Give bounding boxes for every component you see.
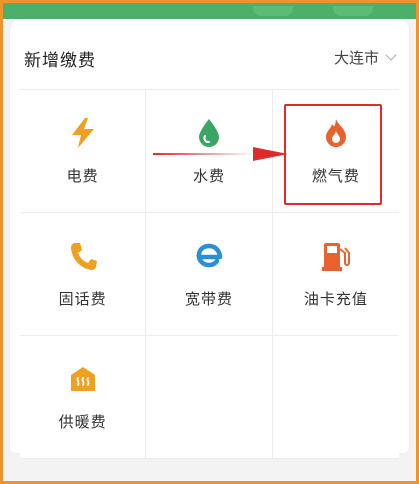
grid-item-label: 固话费: [58, 289, 107, 308]
heating-icon: [67, 363, 99, 395]
lightning-icon: [67, 117, 99, 149]
grid-item-fuel-card[interactable]: 油卡充值: [272, 213, 399, 336]
banner-decoration: [253, 6, 293, 16]
grid-item-label: 油卡充值: [303, 289, 368, 308]
top-banner-strip: [3, 3, 416, 19]
city-selector[interactable]: 大连市: [333, 47, 397, 68]
fuel-pump-icon: [320, 240, 352, 272]
chevron-down-icon: [385, 49, 397, 61]
grid-item-empty: [146, 336, 273, 459]
annotation-highlight-box: [284, 104, 382, 205]
page-title: 新增缴费: [24, 51, 96, 71]
grid-item-label: 电费: [66, 166, 99, 185]
grid-item-broadband[interactable]: 宽带费: [146, 213, 273, 336]
grid-item-landline[interactable]: 固话费: [20, 213, 147, 336]
banner-decoration: [333, 6, 373, 16]
phone-icon: [67, 240, 99, 272]
city-label: 大连市: [333, 49, 379, 67]
grid-item-label: 宽带费: [184, 289, 233, 308]
grid-item-electricity[interactable]: 电费: [20, 90, 147, 213]
grid-item-heating[interactable]: 供暖费: [20, 336, 147, 459]
grid-item-empty: [272, 336, 399, 459]
grid-item-label: 水费: [192, 166, 225, 185]
annotation-arrow: [153, 147, 288, 161]
payment-card: 新增缴费 大连市 电费 水费 燃气费 固话费 宽带费 油卡充值 供暖费: [10, 19, 409, 459]
card-header: 新增缴费 大连市: [10, 19, 409, 89]
broadband-e-icon: [193, 240, 225, 272]
screen-frame: 新增缴费 大连市 电费 水费 燃气费 固话费 宽带费 油卡充值 供暖费: [3, 3, 416, 481]
grid-item-label: 供暖费: [58, 412, 107, 431]
